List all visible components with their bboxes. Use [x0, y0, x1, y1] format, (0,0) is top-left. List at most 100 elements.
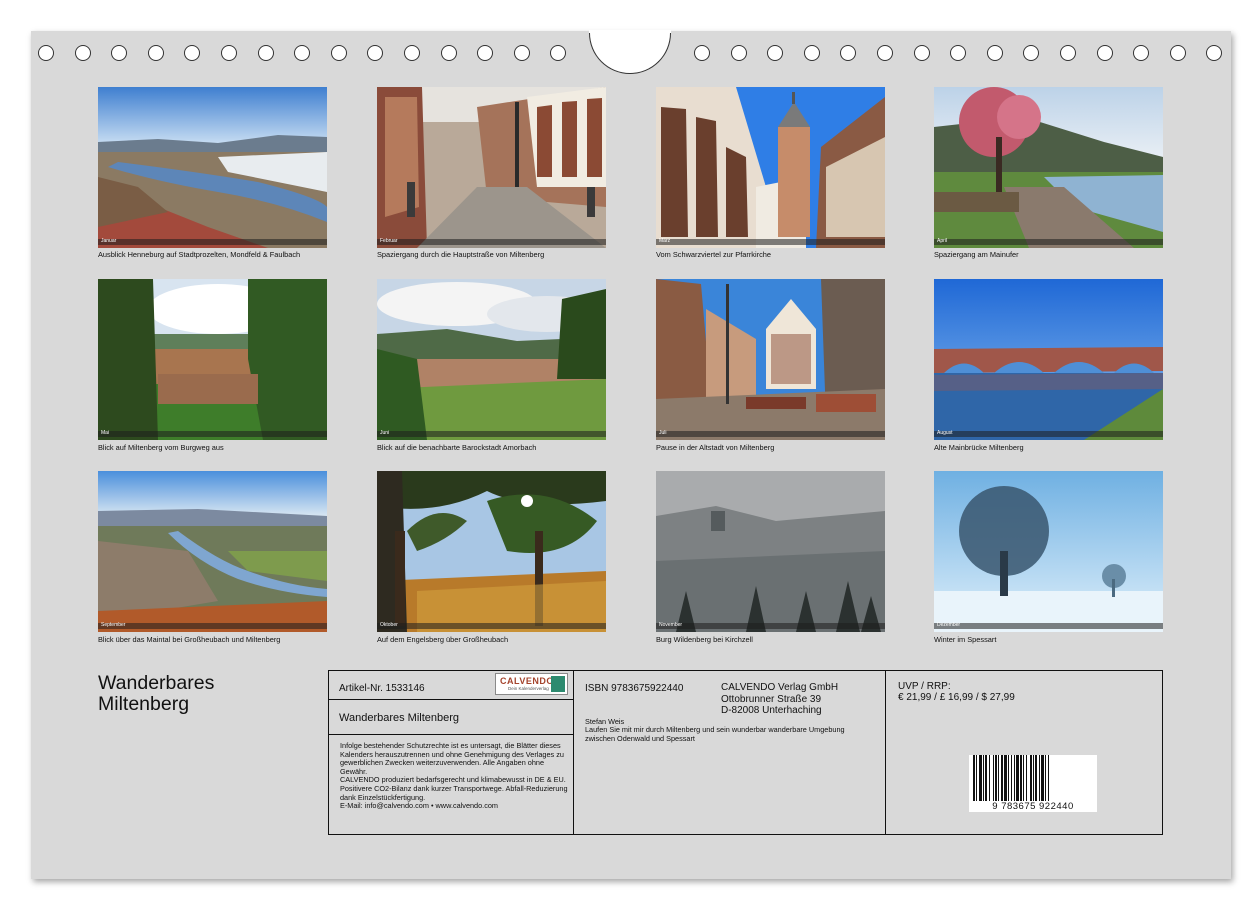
binding-hole: [38, 45, 54, 61]
binding-hole: [74, 45, 91, 61]
caption-juni: Blick auf die benachbarte Barockstadt Am…: [377, 443, 537, 452]
month-label: November: [659, 622, 683, 628]
barcode-bar: [1023, 755, 1024, 801]
month-label: März: [659, 238, 671, 244]
month-label: Oktober: [380, 622, 398, 628]
photo-mai-image: [98, 279, 327, 440]
barcode-bar: [1004, 755, 1007, 801]
binding-hole: [111, 45, 128, 61]
barcode-bar: [1016, 755, 1019, 801]
caption-april: Spaziergang am Mainufer: [934, 250, 1019, 259]
photo-februar: Februar: [377, 87, 606, 248]
calvendo-logo-mark-icon: [551, 676, 565, 692]
binding-hole: [694, 45, 710, 61]
binding-hole: [221, 45, 237, 61]
calvendo-logo-text: CALVENDO: [500, 676, 554, 686]
photo-august: August: [934, 279, 1163, 440]
binding-hole: [294, 45, 311, 61]
photo-november-image: [656, 471, 885, 632]
calvendo-logo: CALVENDO Dein Kalenderverlag: [495, 673, 568, 695]
caption-dezember: Winter im Spessart: [934, 635, 997, 644]
publisher-street: Ottobrunner Straße 39: [721, 693, 822, 705]
isbn: ISBN 9783675922440: [585, 683, 684, 694]
caption-mai: Blick auf Miltenberg vom Burgweg aus: [98, 443, 224, 452]
photo-september-image: [98, 471, 327, 632]
barcode: 9 783675 922440: [969, 755, 1097, 812]
barcode-bar: [1039, 755, 1040, 801]
binding-hole: [550, 45, 567, 61]
month-label: Mai: [101, 430, 110, 436]
description: Laufen Sie mit mir durch Miltenberg und …: [585, 725, 845, 743]
caption-januar: Ausblick Henneburg auf Stadtprozelten, M…: [98, 250, 301, 259]
photo-november: November: [656, 471, 885, 632]
caption-september: Blick über das Maintal bei Großheubach u…: [98, 635, 281, 644]
binding-hole: [147, 45, 164, 61]
caption-oktober: Auf dem Engelsberg über Großheubach: [377, 635, 509, 644]
photo-januar: Januar: [98, 87, 327, 248]
caption-maerz: Vom Schwarzviertel zur Pfarrkirche: [656, 250, 771, 259]
binding-hole: [1133, 45, 1150, 61]
binding-hole: [1096, 45, 1113, 61]
barcode-bar: [1033, 755, 1034, 801]
caption-juli: Pause in der Altstadt von Miltenberg: [656, 443, 775, 452]
price-label: UVP / RRP:: [898, 681, 951, 692]
barcode-bar: [976, 755, 977, 801]
article-divider-1: [328, 699, 575, 701]
binding-hole: [877, 45, 893, 61]
barcode-bar: [993, 755, 994, 801]
barcode-bar: [985, 755, 987, 801]
month-label: August: [937, 430, 953, 436]
publisher-address: CALVENDO Verlag GmbH Ottobrunner Straße …: [721, 682, 838, 717]
barcode-bar: [1011, 755, 1012, 801]
publisher-city: D-82008 Unterhaching: [721, 705, 822, 716]
barcode-bar: [983, 755, 984, 801]
binding-hole: [184, 45, 201, 61]
calendar-title-line2: Miltenberg: [98, 693, 190, 715]
photo-juli: Juli: [656, 279, 885, 440]
photo-maerz: März: [656, 87, 885, 248]
month-label: Juni: [380, 430, 390, 436]
binding-hole: [330, 45, 347, 61]
binding-hole: [767, 45, 784, 61]
calendar-name: Wanderbares Miltenberg: [339, 712, 460, 724]
photo-januar-image: [98, 87, 327, 248]
article-divider-2: [328, 734, 575, 736]
caption-november: Burg Wildenberg bei Kirchzell: [656, 635, 753, 644]
barcode-bar: [995, 755, 997, 801]
caption-februar: Spaziergang durch die Hauptstraße von Mi…: [377, 250, 545, 259]
photo-maerz-image: [656, 87, 885, 248]
barcode-bar: [1008, 755, 1009, 801]
calendar-title: Wanderbares Miltenberg: [98, 673, 214, 715]
photo-juni: Juni: [377, 279, 606, 440]
barcode-bar: [1020, 755, 1022, 801]
barcode-bar: [1014, 755, 1015, 801]
binding-hole: [986, 45, 1003, 61]
month-label: September: [101, 622, 126, 628]
photo-september: September: [98, 471, 327, 632]
photo-mai: Mai: [98, 279, 327, 440]
month-label: April: [937, 238, 948, 244]
binding-hole: [1206, 45, 1223, 61]
binding-hole: [950, 45, 967, 61]
caption-august: Alte Mainbrücke Miltenberg: [934, 443, 1024, 452]
binding-hole: [1060, 45, 1076, 61]
binding-hole: [803, 45, 820, 61]
binding-hole: [440, 45, 457, 61]
binding-hole: [257, 45, 274, 61]
photo-juli-image: [656, 279, 885, 440]
calendar-title-line1: Wanderbares: [98, 672, 215, 694]
barcode-bar: [1041, 755, 1044, 801]
binding-hole: [367, 45, 384, 61]
barcode-number: 9 783675 922440: [969, 801, 1097, 812]
article-number: Artikel-Nr. 1533146: [339, 683, 425, 694]
month-label: Dezember: [937, 622, 961, 628]
month-label: Februar: [380, 238, 398, 244]
barcode-bar: [1026, 755, 1027, 801]
binding-hole: [840, 45, 857, 61]
binding-hole: [477, 45, 494, 61]
barcode-bar: [1048, 755, 1049, 801]
barcode-bar: [1035, 755, 1037, 801]
month-label: Januar: [101, 238, 117, 244]
photo-april-image: [934, 87, 1163, 248]
barcode-bar: [1030, 755, 1032, 801]
